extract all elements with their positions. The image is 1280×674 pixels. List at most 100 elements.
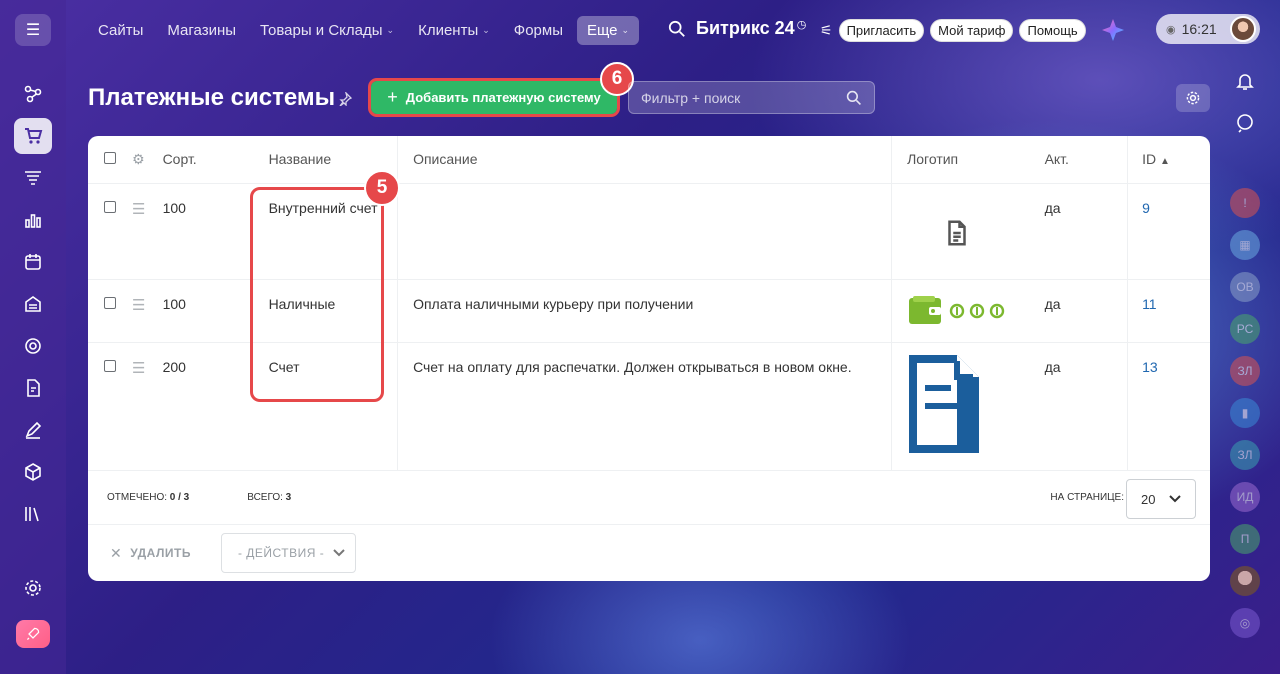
drag-handle-icon[interactable]: ☰	[132, 360, 145, 377]
bell-icon[interactable]	[1230, 66, 1260, 96]
table-row[interactable]: ☰ 200 Счет Счет на оплату для распечатки…	[88, 342, 1210, 471]
avatar[interactable]: ОВ	[1230, 272, 1260, 302]
invoice-icon	[909, 354, 980, 453]
row-logo	[891, 279, 1031, 343]
nav-forms[interactable]: Формы	[504, 16, 573, 45]
calendar-icon[interactable]: ▦	[1230, 230, 1260, 260]
pin-icon[interactable]	[338, 92, 352, 106]
left-sidebar: ☰	[0, 0, 66, 674]
row-checkbox[interactable]	[104, 359, 116, 372]
sign-pen-icon[interactable]	[14, 412, 52, 448]
document-icon	[948, 220, 966, 245]
row-logo	[891, 342, 1031, 471]
top-navigation: Сайты Магазины Товары и Склады ⌄ Клиенты ⌄…	[88, 14, 640, 46]
add-payment-system-button[interactable]: + Добавить платежную систему	[368, 78, 620, 117]
close-icon: ✕	[110, 544, 123, 561]
grid-actions-bar: ✕ УДАЛИТЬ - ДЕЙСТВИЯ -	[88, 526, 1210, 580]
drag-handle-icon[interactable]: ☰	[132, 201, 145, 218]
wallet-icon	[909, 295, 1005, 324]
page-title: Платежные системы	[88, 84, 336, 111]
document-edit-icon[interactable]	[14, 370, 52, 406]
global-search-icon[interactable]	[668, 20, 686, 43]
copilot-star-icon[interactable]	[1100, 17, 1126, 43]
avatar[interactable]: П	[1230, 524, 1260, 554]
select-all-checkbox[interactable]	[104, 152, 116, 165]
funnel-icon[interactable]	[14, 160, 52, 196]
target-icon[interactable]	[14, 328, 52, 364]
row-sort: 100	[144, 279, 251, 343]
row-sort: 200	[144, 342, 251, 471]
column-header-sort[interactable]: Сорт.	[144, 136, 251, 184]
chevron-down-icon: ⌄	[621, 24, 630, 35]
drag-handle-icon[interactable]: ☰	[132, 297, 145, 314]
row-id-link[interactable]: 11	[1142, 296, 1157, 312]
library-icon[interactable]	[14, 496, 52, 532]
column-header-logo[interactable]: Логотип	[891, 136, 1031, 184]
box-icon[interactable]	[14, 454, 52, 490]
support-icon[interactable]: ◎	[1230, 608, 1260, 638]
actions-select[interactable]: - ДЕЙСТВИЯ -	[220, 533, 356, 573]
row-id-link[interactable]: 13	[1142, 359, 1158, 375]
page-settings-button[interactable]	[1176, 84, 1210, 112]
avatar[interactable]: ИД	[1230, 482, 1260, 512]
rocket-icon[interactable]	[16, 620, 50, 648]
column-header-id[interactable]: ID ▲	[1127, 136, 1210, 184]
avatar[interactable]	[1230, 566, 1260, 596]
chevron-down-icon	[333, 549, 345, 557]
column-header-description[interactable]: Описание	[397, 136, 893, 184]
hamburger-menu-icon[interactable]: ☰	[15, 14, 51, 46]
row-checkbox[interactable]	[104, 200, 116, 213]
calendar-icon[interactable]	[14, 244, 52, 280]
per-page-label: НА СТРАНИЦЕ:	[1050, 492, 1124, 503]
row-active: да	[1030, 183, 1129, 280]
warehouse-icon[interactable]	[14, 286, 52, 322]
row-name[interactable]: Счет	[250, 342, 399, 471]
column-header-active[interactable]: Акт.	[1030, 136, 1129, 184]
search-icon[interactable]	[846, 90, 862, 106]
help-button[interactable]: Помощь	[1019, 18, 1086, 42]
row-description: Оплата наличными курьеру при получении	[397, 279, 893, 343]
user-avatar[interactable]	[1230, 16, 1256, 42]
row-checkbox[interactable]	[104, 296, 116, 309]
row-description: Счет на оплату для распечатки. Должен от…	[397, 342, 893, 471]
avatar[interactable]: ЗЛ	[1230, 356, 1260, 386]
settings-gear-icon[interactable]	[14, 570, 52, 606]
brand-logo[interactable]: Битрикс 24 ◷	[696, 18, 806, 39]
payment-systems-grid: ⚙ Сорт. Название Описание Логотип Акт. I…	[88, 136, 1210, 581]
grid-summary-bar: ОТМЕЧЕНО: 0 / 3 ВСЕГО: 3 НА СТРАНИЦЕ: 20	[88, 471, 1210, 525]
nav-clients[interactable]: Клиенты ⌄	[408, 16, 500, 45]
callout-badge-5: 5	[364, 170, 400, 206]
payment-systems-table: ⚙ Сорт. Название Описание Логотип Акт. I…	[88, 136, 1210, 471]
invite-button[interactable]: Пригласить	[838, 18, 925, 42]
shop-cart-icon[interactable]	[14, 118, 52, 154]
nav-sites[interactable]: Сайты	[88, 16, 153, 45]
clock-icon: ◉	[1166, 23, 1176, 36]
row-name[interactable]: Наличные	[250, 279, 399, 343]
filter-search-input[interactable]	[641, 89, 821, 106]
column-settings-gear-icon[interactable]: ⚙	[132, 151, 145, 167]
nav-goods[interactable]: Товары и Склады ⌄	[250, 16, 404, 45]
plus-icon: +	[387, 87, 398, 107]
nav-more[interactable]: Еще ⌄	[576, 15, 640, 45]
row-id-link[interactable]: 9	[1142, 200, 1150, 216]
table-row[interactable]: ☰ 100 Внутренний счет да 9	[88, 183, 1210, 280]
sliders-icon[interactable]: ⚟	[820, 22, 833, 39]
top-actions: ⚟ Пригласить Мой тариф Помощь	[820, 17, 1134, 43]
chevron-down-icon: ⌄	[386, 24, 395, 35]
avatar[interactable]: РС	[1230, 314, 1260, 344]
filter-search-field[interactable]	[628, 81, 875, 114]
analytics-icon[interactable]	[14, 202, 52, 238]
row-active: да	[1030, 342, 1129, 471]
row-sort: 100	[144, 183, 251, 280]
delete-button[interactable]: ✕ УДАЛИТЬ	[110, 545, 191, 562]
nav-shops[interactable]: Магазины	[157, 16, 246, 45]
chat-search-icon[interactable]	[1230, 108, 1260, 138]
tariff-button[interactable]: Мой тариф	[930, 18, 1014, 42]
avatar[interactable]: ЗЛ	[1230, 440, 1260, 470]
total-counter: ВСЕГО: 3	[247, 492, 292, 503]
crm-flow-icon[interactable]	[14, 76, 52, 112]
table-row[interactable]: ☰ 100 Наличные Оплата наличными курьеру …	[88, 279, 1210, 343]
bookmark-icon[interactable]: ▮	[1230, 398, 1260, 428]
notification-alert-icon[interactable]: !	[1230, 188, 1260, 218]
per-page-select[interactable]: 20	[1126, 479, 1196, 519]
